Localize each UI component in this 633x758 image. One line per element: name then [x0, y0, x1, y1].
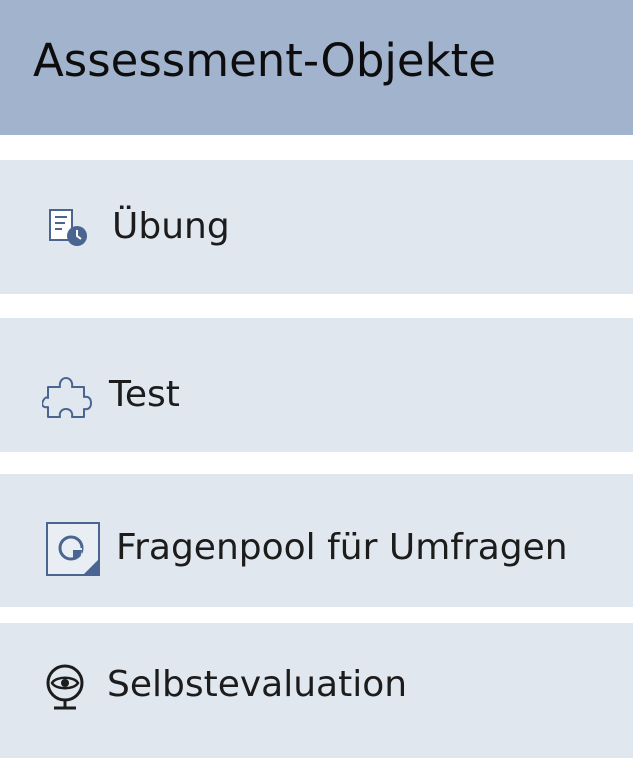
section-title: Assessment-Objekte [33, 34, 496, 87]
menu-item-label: Übung [112, 206, 230, 247]
menu-item-label: Fragenpool für Umfragen [116, 527, 568, 568]
menu-item-exercise[interactable]: Übung [0, 160, 633, 294]
self-evaluation-icon [46, 664, 84, 710]
puzzle-icon [42, 377, 92, 418]
survey-pool-icon [46, 522, 100, 576]
menu-item-self-evaluation[interactable]: Selbstevaluation [0, 623, 633, 758]
section-header: Assessment-Objekte [0, 0, 633, 135]
exercise-icon [49, 209, 87, 246]
menu-item-label: Selbstevaluation [107, 664, 408, 705]
menu-item-survey-pool[interactable]: Fragenpool für Umfragen [0, 474, 633, 607]
menu-item-test[interactable]: Test [0, 318, 633, 452]
menu-item-label: Test [109, 374, 180, 415]
